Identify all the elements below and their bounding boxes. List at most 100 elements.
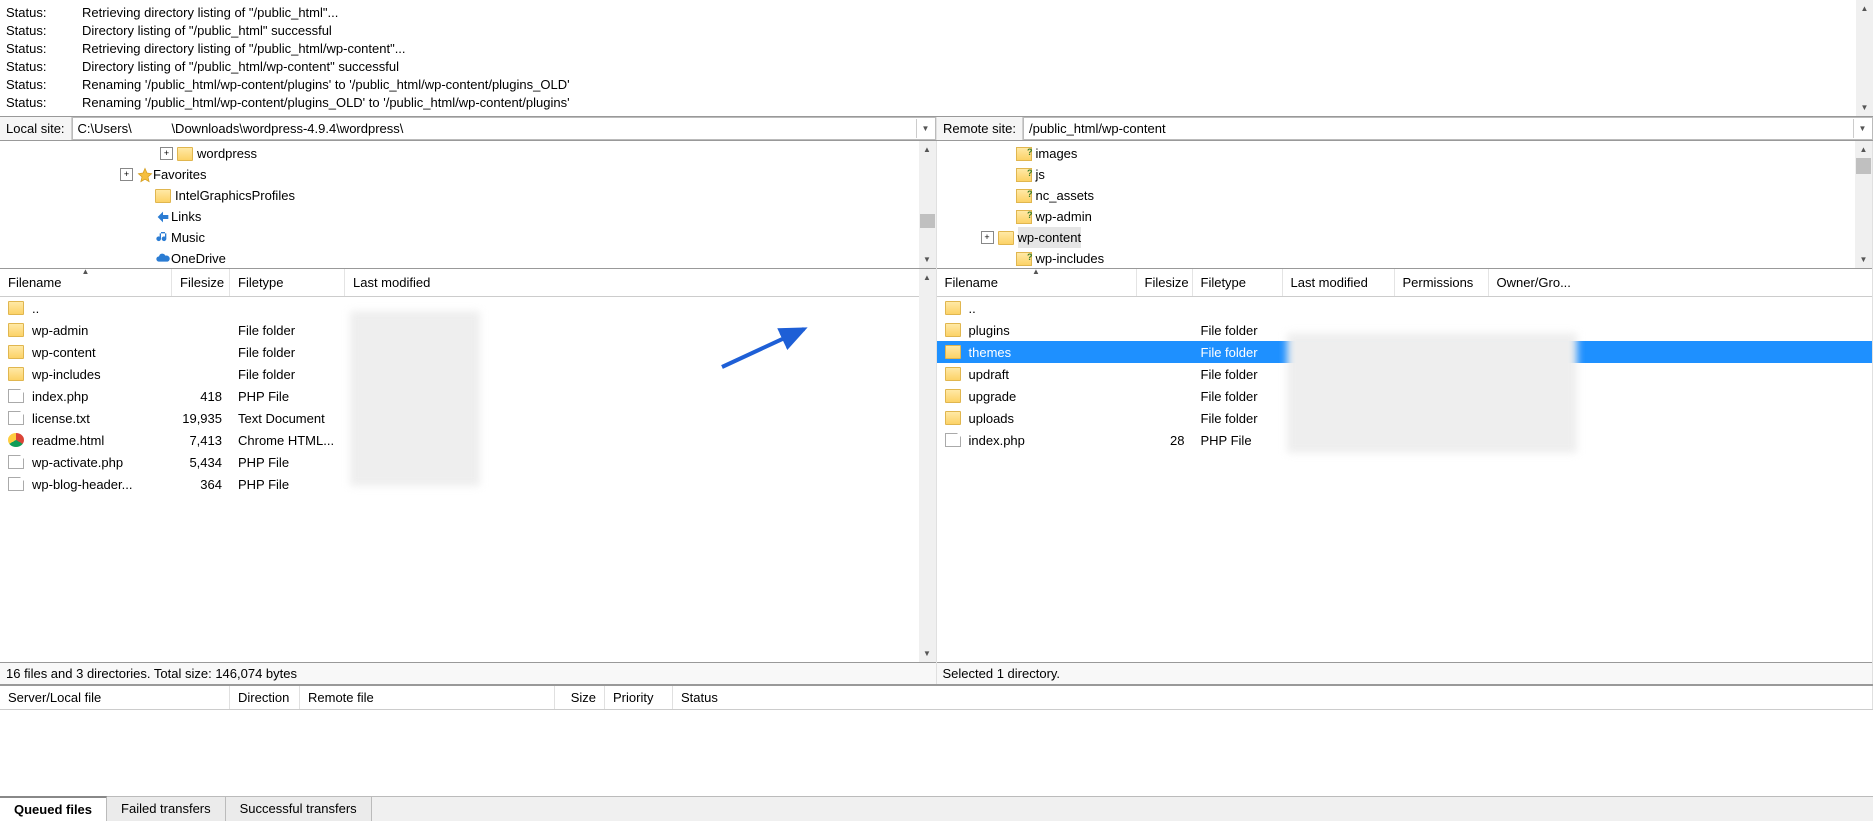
- file-type: PHP File: [230, 389, 345, 404]
- tab-failed-transfers[interactable]: Failed transfers: [107, 797, 226, 821]
- tab-queued-files[interactable]: Queued files: [0, 796, 107, 821]
- scroll-down-icon[interactable]: ▼: [1856, 99, 1873, 116]
- folder-icon: [945, 411, 961, 425]
- col-size[interactable]: Size: [555, 686, 605, 709]
- local-file-list[interactable]: ..wp-adminFile folderwp-contentFile fold…: [0, 297, 936, 662]
- folder-icon: [945, 301, 961, 315]
- remote-path-input[interactable]: [1023, 117, 1873, 140]
- remote-list-header[interactable]: ▲Filename Filesize Filetype Last modifie…: [937, 269, 1873, 297]
- scroll-up-icon[interactable]: ▲: [1856, 0, 1873, 17]
- tree-item[interactable]: IntelGraphicsProfiles: [0, 185, 936, 206]
- file-name: wp-activate.php: [32, 455, 123, 470]
- file-size: 364: [172, 477, 230, 492]
- remote-status-bar: Selected 1 directory.: [937, 662, 1873, 684]
- status-log-row: Status:Renaming '/public_html/wp-content…: [6, 76, 1867, 94]
- file-type: PHP File: [230, 477, 345, 492]
- star-icon: [137, 167, 153, 183]
- log-scrollbar[interactable]: ▲ ▼: [1856, 0, 1873, 116]
- folder-icon: [155, 189, 171, 203]
- expand-toggle[interactable]: +: [981, 231, 994, 244]
- status-label: Status:: [6, 94, 82, 112]
- col-filesize[interactable]: Filesize: [1137, 269, 1193, 296]
- tree-item[interactable]: wp-includes: [937, 248, 1873, 269]
- file-name: wp-blog-header...: [32, 477, 132, 492]
- file-type: PHP File: [230, 455, 345, 470]
- col-filetype[interactable]: Filetype: [1193, 269, 1283, 296]
- local-list-scrollbar[interactable]: ▲ ▼: [919, 269, 936, 662]
- status-label: Status:: [6, 76, 82, 94]
- tree-item[interactable]: +wordpress: [0, 143, 936, 164]
- file-name: wp-admin: [32, 323, 88, 338]
- status-message: Directory listing of "/public_html/wp-co…: [82, 58, 1867, 76]
- folder-unknown-icon: [1016, 252, 1032, 266]
- local-status-bar: 16 files and 3 directories. Total size: …: [0, 662, 936, 684]
- local-path-input[interactable]: [72, 117, 936, 140]
- file-name: index.php: [969, 433, 1025, 448]
- folder-icon: [177, 147, 193, 161]
- status-log-row: Status:Retrieving directory listing of "…: [6, 40, 1867, 58]
- file-type: File folder: [230, 323, 345, 338]
- tree-item[interactable]: OneDrive: [0, 248, 936, 269]
- tree-item-label: images: [1036, 143, 1078, 164]
- tree-item[interactable]: images: [937, 143, 1873, 164]
- col-direction[interactable]: Direction: [230, 686, 300, 709]
- local-tree-scrollbar[interactable]: ▲ ▼: [919, 141, 936, 268]
- status-message: Renaming '/public_html/wp-content/plugin…: [82, 94, 1867, 112]
- col-filesize[interactable]: Filesize: [172, 269, 230, 296]
- file-name: ..: [969, 301, 976, 316]
- queue-list[interactable]: [0, 710, 1873, 796]
- file-name: uploads: [969, 411, 1015, 426]
- col-status[interactable]: Status: [673, 686, 1873, 709]
- tree-item[interactable]: +wp-content: [937, 227, 1873, 248]
- file-name: wp-content: [32, 345, 96, 360]
- col-lastmod[interactable]: Last modified: [345, 269, 936, 296]
- col-lastmod[interactable]: Last modified: [1283, 269, 1395, 296]
- folder-unknown-icon: [1016, 168, 1032, 182]
- status-label: Status:: [6, 22, 82, 40]
- music-icon: [155, 230, 171, 246]
- queue-header[interactable]: Server/Local file Direction Remote file …: [0, 686, 1873, 710]
- tree-item[interactable]: js: [937, 164, 1873, 185]
- tree-item[interactable]: Music: [0, 227, 936, 248]
- tree-item[interactable]: Links: [0, 206, 936, 227]
- status-label: Status:: [6, 4, 82, 22]
- col-filetype[interactable]: Filetype: [230, 269, 345, 296]
- remote-tree[interactable]: imagesjsnc_assetswp-admin+wp-contentwp-i…: [937, 141, 1873, 269]
- list-row[interactable]: ..: [937, 297, 1873, 319]
- expand-toggle[interactable]: +: [160, 147, 173, 160]
- file-name: plugins: [969, 323, 1010, 338]
- expand-toggle[interactable]: +: [120, 168, 133, 181]
- file-type: File folder: [1193, 411, 1283, 426]
- folder-icon: [998, 231, 1014, 245]
- remote-tree-scrollbar[interactable]: ▲ ▼: [1855, 141, 1872, 268]
- remote-path-dropdown[interactable]: ▼: [1853, 119, 1871, 138]
- tree-item[interactable]: wp-admin: [937, 206, 1873, 227]
- tree-item-label: Music: [171, 227, 205, 248]
- local-tree[interactable]: +wordpress+FavoritesIntelGraphicsProfile…: [0, 141, 936, 269]
- col-permissions[interactable]: Permissions: [1395, 269, 1489, 296]
- file-name: wp-includes: [32, 367, 101, 382]
- folder-unknown-icon: [1016, 147, 1032, 161]
- folder-icon: [945, 367, 961, 381]
- file-name: ..: [32, 301, 39, 316]
- file-icon: [8, 389, 24, 403]
- file-type: Text Document: [230, 411, 345, 426]
- local-path-dropdown[interactable]: ▼: [916, 119, 934, 138]
- tree-item-label: js: [1036, 164, 1045, 185]
- tree-item[interactable]: +Favorites: [0, 164, 936, 185]
- col-owner[interactable]: Owner/Gro...: [1489, 269, 1873, 296]
- col-remote-file[interactable]: Remote file: [300, 686, 555, 709]
- col-priority[interactable]: Priority: [605, 686, 673, 709]
- status-log-row: Status:Renaming '/public_html/wp-content…: [6, 94, 1867, 112]
- status-message: Retrieving directory listing of "/public…: [82, 4, 1867, 22]
- col-filename: ▲Filename: [0, 269, 172, 296]
- tab-successful-transfers[interactable]: Successful transfers: [226, 797, 372, 821]
- remote-file-list[interactable]: ..pluginsFile folderthemesFile folderupd…: [937, 297, 1873, 662]
- col-server-local[interactable]: Server/Local file: [0, 686, 230, 709]
- tree-item[interactable]: nc_assets: [937, 185, 1873, 206]
- file-type: File folder: [1193, 367, 1283, 382]
- link-icon: [155, 209, 171, 225]
- file-name: license.txt: [32, 411, 90, 426]
- local-list-header[interactable]: ▲Filename Filesize Filetype Last modifie…: [0, 269, 936, 297]
- status-message: Directory listing of "/public_html" succ…: [82, 22, 1867, 40]
